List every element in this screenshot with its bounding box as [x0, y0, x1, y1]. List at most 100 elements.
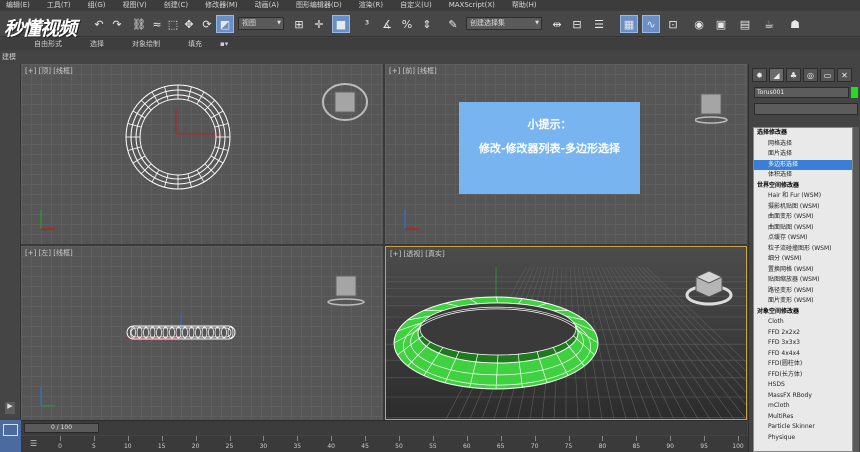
modifier-item[interactable]: 细分 (WSM) [754, 254, 852, 265]
modifier-item[interactable]: FFD 3x3x3 [754, 338, 852, 349]
render-production-icon[interactable]: ☕ [760, 15, 778, 33]
rendered-frame-window-icon[interactable]: ▤ [736, 15, 754, 33]
render-iterative-icon[interactable]: ☗ [786, 15, 804, 33]
expand-arrow-icon[interactable]: ▶ [5, 402, 15, 414]
modifier-item[interactable]: 面片选择 [754, 149, 852, 160]
curve-editor-icon[interactable]: ∿ [642, 15, 660, 33]
viewcube-top[interactable] [321, 78, 369, 122]
viewport-left[interactable]: [+] [左] [线框] [21, 246, 383, 420]
time-slider[interactable]: 0 / 100 [24, 423, 99, 433]
modifier-item[interactable]: 体积选择 [754, 170, 852, 181]
object-color-swatch[interactable] [851, 87, 858, 98]
undo-icon[interactable]: ↶ [90, 15, 108, 33]
modifier-item[interactable]: 粒子流碰撞图形 (WSM) [754, 244, 852, 255]
modifier-item[interactable]: 摄影机贴图 (WSM) [754, 202, 852, 213]
modifier-item[interactable]: FFD(长方体) [754, 370, 852, 381]
viewport-front-label[interactable]: [+] [前] [线框] [389, 66, 437, 76]
tick-label: 15 [157, 443, 166, 450]
display-tab-icon[interactable]: ▭ [820, 68, 835, 82]
layout-switcher[interactable] [0, 420, 21, 452]
reference-coordinate-select[interactable]: 视图 [238, 17, 284, 30]
menu-item-5[interactable]: 修改器(M) [199, 0, 249, 11]
graphite-ribbon-icon[interactable]: ▦ [620, 15, 638, 33]
edit-named-selection-icon[interactable]: ✎ [444, 15, 462, 33]
modifier-item[interactable]: 贴图缩放器 (WSM) [754, 275, 852, 286]
modifier-item[interactable]: Physique [754, 433, 852, 444]
select-scale-icon[interactable]: ◩ [216, 15, 234, 33]
modifier-item[interactable]: 路径变形 (WSM) [754, 286, 852, 297]
menu-item-7[interactable]: 图形编辑器(D) [290, 0, 353, 11]
link-icon[interactable]: ⛓ [130, 15, 148, 33]
render-setup-icon[interactable]: ▣ [712, 15, 730, 33]
modifier-item[interactable]: mCloth [754, 401, 852, 412]
named-selection-set-select[interactable]: 创建选择集 [466, 17, 542, 30]
modifier-list-dropdown[interactable] [754, 103, 858, 115]
menu-item-10[interactable]: MAXScript(X) [443, 0, 506, 11]
tick-label: 80 [598, 443, 607, 450]
modifier-list-scrollbar[interactable] [853, 127, 859, 452]
modifier-item[interactable]: MassFX RBody [754, 391, 852, 402]
modifier-item[interactable]: Hair 和 Fur (WSM) [754, 191, 852, 202]
hierarchy-tab-icon[interactable]: ♣ [786, 68, 801, 82]
modifier-item[interactable]: 多边形选择 [754, 159, 852, 170]
menu-item-4[interactable]: 创建(C) [158, 0, 199, 11]
motion-tab-icon[interactable]: ◎ [803, 68, 818, 82]
menu-item-6[interactable]: 动画(A) [249, 0, 290, 11]
tab-object-paint[interactable]: 对象绘制 [118, 39, 174, 49]
modifier-item[interactable]: 曲面变形 (WSM) [754, 212, 852, 223]
modifier-item[interactable]: MultiRes [754, 412, 852, 423]
modifier-list[interactable]: 选择修改器 网格选择 面片选择 多边形选择 体积选择 世界空间修改器 Hair 和 Fur … [753, 127, 853, 452]
tab-selection[interactable]: 选择 [76, 39, 118, 49]
modifier-item[interactable]: HSDS [754, 380, 852, 391]
tab-populate[interactable]: 填充 [174, 39, 216, 49]
modifier-item[interactable]: 网格选择 [754, 139, 852, 150]
viewport-perspective[interactable]: [+] [透视] [真实] [385, 246, 747, 420]
viewcube-perspective[interactable] [684, 267, 734, 309]
angle-snap-icon[interactable]: ∡ [378, 15, 396, 33]
keyboard-shortcut-icon[interactable]: ■ [332, 15, 350, 33]
layout-grid-icon[interactable] [3, 424, 18, 436]
menu-item-3[interactable]: 视图(V) [117, 0, 158, 11]
menu-item-1[interactable]: 工具(T) [41, 0, 82, 11]
pivot-center-icon[interactable]: ⊞ [290, 15, 308, 33]
tick-label: 10 [123, 443, 132, 450]
select-rotate-icon[interactable]: ⟳ [198, 15, 216, 33]
tick-line [670, 436, 672, 441]
utilities-tab-icon[interactable]: ✕ [837, 68, 852, 82]
menu-item-11[interactable]: 帮助(H) [506, 0, 548, 11]
material-editor-icon[interactable]: ◉ [690, 15, 708, 33]
select-move-icon[interactable]: ✥ [180, 15, 198, 33]
modifier-item[interactable]: Particle Skinner [754, 422, 852, 433]
align-icon[interactable]: ⊟ [568, 15, 586, 33]
menu-item-9[interactable]: 自定义(U) [394, 0, 443, 11]
key-filter-icon[interactable]: ☰ [30, 439, 37, 448]
snap-toggle-icon[interactable]: ³ [358, 15, 376, 33]
viewcube-front[interactable] [695, 88, 729, 128]
modifier-item[interactable]: 面片变形 (WSM) [754, 296, 852, 307]
modifier-item[interactable]: 置换网格 (WSM) [754, 265, 852, 276]
trackbar[interactable]: ☰ 0 5 10 15 20 25 30 35 40 45 50 55 60 65 70 75 80 85 90 95… [0, 436, 748, 452]
modifier-item[interactable]: 曲面贴图 (WSM) [754, 223, 852, 234]
menu-item-0[interactable]: 编辑(E) [0, 0, 41, 11]
modifier-item[interactable]: FFD 2x2x2 [754, 328, 852, 339]
schematic-view-icon[interactable]: ⊡ [664, 15, 682, 33]
create-tab-icon[interactable]: ✹ [752, 68, 767, 82]
object-name-field[interactable]: Torus001 [754, 87, 849, 98]
ribbon-options-icon[interactable]: ▪▾ [216, 40, 242, 48]
redo-icon[interactable]: ↷ [108, 15, 126, 33]
modify-tab-icon[interactable]: ◢ [769, 68, 784, 82]
select-manipulate-icon[interactable]: ✛ [310, 15, 328, 33]
percent-snap-icon[interactable]: % [398, 15, 416, 33]
tab-freeform[interactable]: 自由形式 [0, 39, 76, 49]
viewcube-left[interactable] [326, 270, 366, 310]
layer-explorer-icon[interactable]: ☰ [590, 15, 608, 33]
modifier-item[interactable]: FFD(圆柱体) [754, 359, 852, 370]
viewport-top[interactable]: [+] [顶] [线框] [21, 64, 383, 244]
modifier-item[interactable]: Cloth [754, 317, 852, 328]
modifier-item[interactable]: FFD 4x4x4 [754, 349, 852, 360]
spinner-snap-icon[interactable]: ⇕ [418, 15, 436, 33]
menu-item-2[interactable]: 组(G) [82, 0, 117, 11]
menu-item-8[interactable]: 渲染(R) [353, 0, 394, 11]
mirror-icon[interactable]: ⇹ [548, 15, 566, 33]
modifier-item[interactable]: 点缓存 (WSM) [754, 233, 852, 244]
